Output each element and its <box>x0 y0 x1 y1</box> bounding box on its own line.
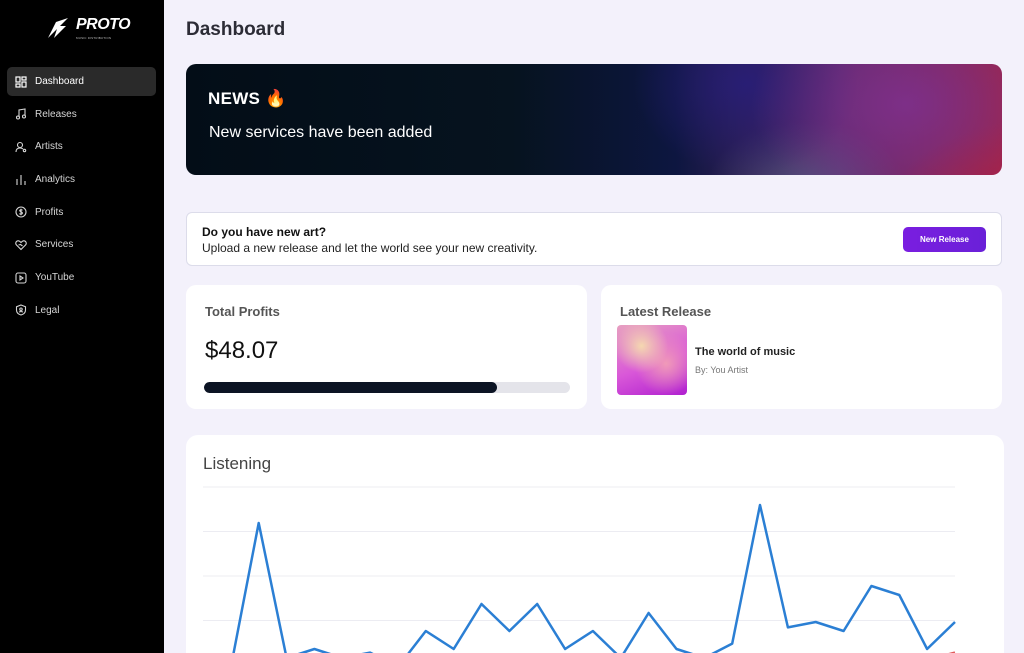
total-profits-card: Total Profits $48.07 <box>186 285 587 409</box>
sidebar-item-label: Releases <box>35 108 77 120</box>
new-release-button[interactable]: New Release <box>903 227 986 252</box>
progress-fill <box>204 382 497 393</box>
brand-name: PROTO <box>76 16 131 33</box>
news-title: NEWS 🔥 <box>208 89 287 108</box>
listening-chart <box>203 486 956 653</box>
play-icon <box>15 272 27 284</box>
news-banner: NEWS 🔥 New services have been added <box>186 64 1002 175</box>
sidebar-item-youtube[interactable]: YouTube <box>7 263 156 292</box>
shield-icon <box>15 304 27 316</box>
music-note-icon <box>15 108 27 120</box>
profits-label: Total Profits <box>205 304 280 319</box>
release-title[interactable]: The world of music <box>695 346 795 358</box>
page-title: Dashboard <box>186 19 286 40</box>
dashboard-icon <box>15 75 27 88</box>
heart-hand-icon <box>15 240 27 251</box>
sidebar-item-legal[interactable]: Legal <box>7 296 156 325</box>
dollar-icon <box>15 206 27 218</box>
profits-progress-bar <box>204 382 570 393</box>
listening-chart-card: Listening <box>186 435 1004 653</box>
sidebar-item-releases[interactable]: Releases <box>7 100 156 129</box>
profits-value: $48.07 <box>205 337 279 364</box>
prompt-text: Upload a new release and let the world s… <box>202 241 538 255</box>
sidebar-item-services[interactable]: Services <box>7 230 156 259</box>
new-release-prompt: Do you have new art? Upload a new releas… <box>186 212 1002 266</box>
logo[interactable]: PROTO MUSIC DISTRIBUTION <box>46 16 131 40</box>
sidebar-nav: Dashboard Releases Artists Analytics Pro… <box>7 67 156 329</box>
sidebar-item-label: Analytics <box>35 174 76 186</box>
analytics-icon <box>16 174 26 185</box>
sidebar-item-profits[interactable]: Profits <box>7 198 156 227</box>
sidebar-item-analytics[interactable]: Analytics <box>7 165 156 194</box>
sidebar-item-label: YouTube <box>35 272 75 284</box>
news-text: New services have been added <box>209 124 433 141</box>
prompt-title: Do you have new art? <box>202 225 327 239</box>
sidebar-item-label: Legal <box>35 304 60 316</box>
sidebar-item-label: Services <box>35 239 74 251</box>
release-artist: By: You Artist <box>695 365 749 375</box>
sidebar-item-dashboard[interactable]: Dashboard <box>7 67 156 96</box>
release-cover-image[interactable] <box>617 325 687 395</box>
artist-icon <box>15 141 27 153</box>
sidebar-item-label: Profits <box>35 206 64 218</box>
latest-release-card[interactable]: Latest Release The world of music By: Yo… <box>601 285 1002 409</box>
sidebar-item-label: Artists <box>35 141 63 153</box>
latest-release-label: Latest Release <box>620 304 712 319</box>
series-line-1 <box>232 503 956 653</box>
sidebar: PROTO MUSIC DISTRIBUTION Dashboard Relea… <box>0 0 164 653</box>
sidebar-item-label: Dashboard <box>35 76 84 87</box>
brand-tagline: MUSIC DISTRIBUTION <box>76 36 112 40</box>
sidebar-item-artists[interactable]: Artists <box>7 132 156 161</box>
logo-icon <box>48 18 68 38</box>
